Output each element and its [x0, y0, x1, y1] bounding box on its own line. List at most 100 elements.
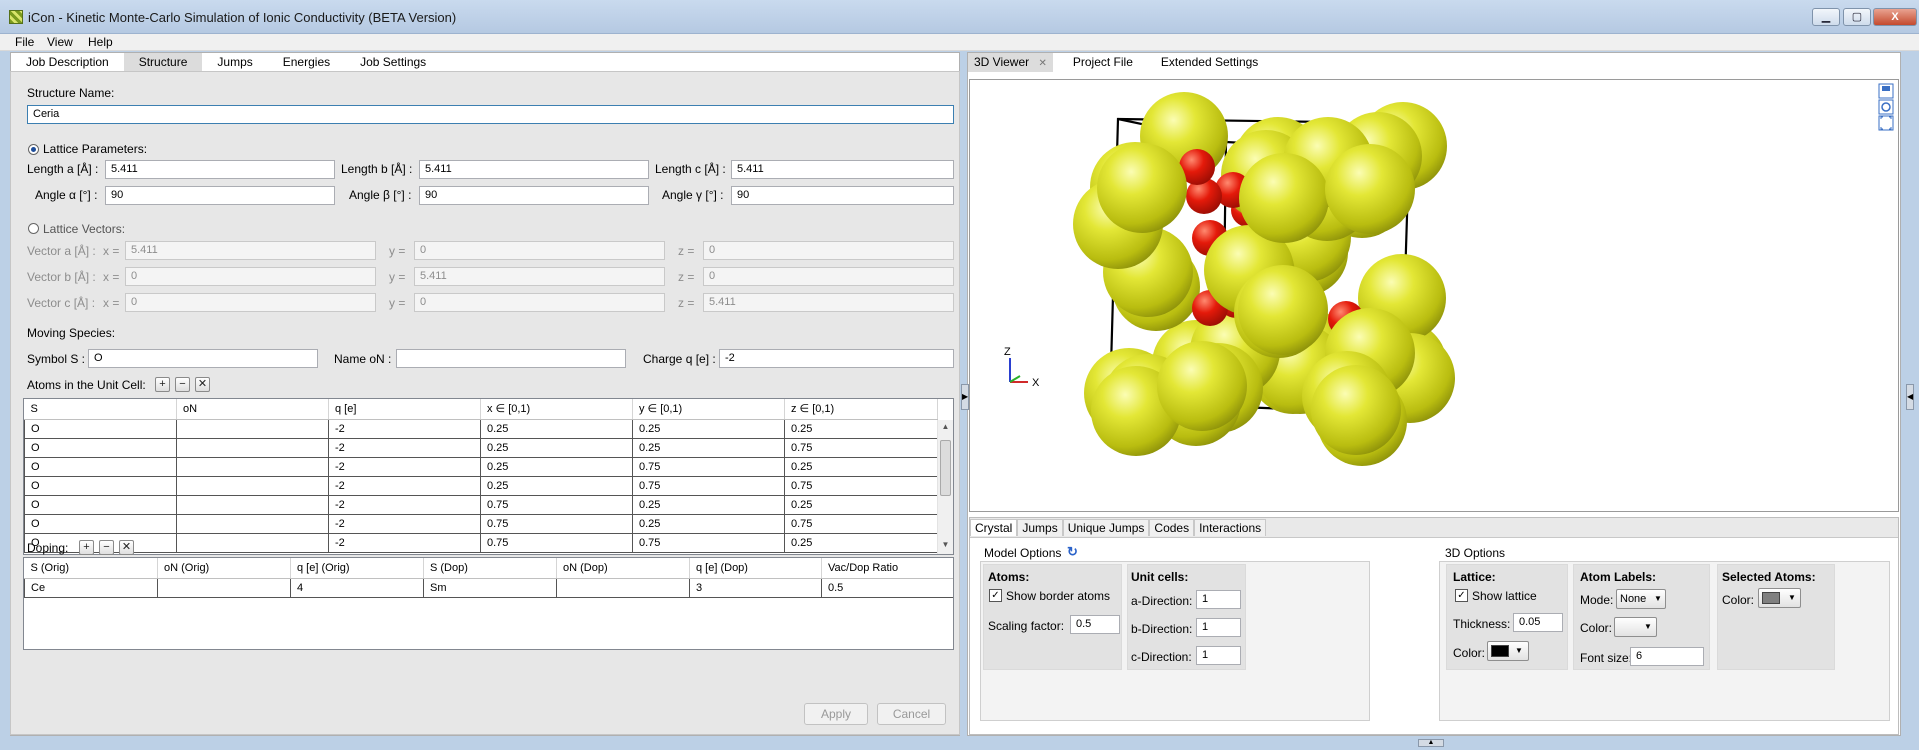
left-collapse-handle[interactable]: ▶: [961, 384, 969, 410]
menu-help[interactable]: Help: [84, 35, 117, 49]
doping-col-ratio[interactable]: Vac/Dop Ratio: [821, 558, 953, 579]
cerium-atom[interactable]: [1097, 143, 1187, 233]
apply-button[interactable]: Apply: [804, 703, 868, 725]
table-cell[interactable]: O: [24, 456, 177, 477]
table-cell[interactable]: 0.25: [632, 494, 785, 515]
atoms-col-s[interactable]: S: [24, 399, 177, 420]
table-cell[interactable]: 0.25: [480, 456, 633, 477]
table-cell[interactable]: 0.25: [784, 494, 938, 515]
maximize-button[interactable]: ▢: [1843, 8, 1871, 26]
table-row[interactable]: O -2 0.75 0.25 0.75: [24, 513, 938, 534]
table-cell[interactable]: 0.75: [480, 532, 633, 553]
table-cell[interactable]: 0.75: [784, 475, 938, 496]
table-cell[interactable]: O: [24, 494, 177, 515]
table-cell[interactable]: 0.25: [784, 418, 938, 439]
table-cell[interactable]: O: [24, 437, 177, 458]
table-cell[interactable]: -2: [328, 437, 481, 458]
table-cell[interactable]: Sm: [423, 577, 557, 598]
tab-job-settings[interactable]: Job Settings: [345, 53, 441, 72]
b-direction-input[interactable]: 1: [1196, 618, 1241, 637]
table-cell[interactable]: 0.25: [480, 437, 633, 458]
vector-c-x-input[interactable]: 0: [125, 293, 376, 312]
scroll-up-arrow-icon[interactable]: ▲: [938, 422, 953, 431]
doping-col-s-dop[interactable]: S (Dop): [423, 558, 557, 579]
doping-col-s-orig[interactable]: S (Orig): [24, 558, 158, 579]
table-cell[interactable]: O: [24, 418, 177, 439]
atoms-col-x[interactable]: x ∈ [0,1): [480, 399, 633, 420]
vector-b-z-input[interactable]: 0: [703, 267, 954, 286]
table-cell[interactable]: 0.75: [632, 532, 785, 553]
table-cell[interactable]: -2: [328, 494, 481, 515]
table-cell[interactable]: 0.75: [784, 437, 938, 458]
length-c-input[interactable]: 5.411: [731, 160, 954, 179]
atoms-col-y[interactable]: y ∈ [0,1): [632, 399, 785, 420]
a-direction-input[interactable]: 1: [1196, 590, 1241, 609]
table-cell[interactable]: 0.25: [784, 456, 938, 477]
table-cell[interactable]: O: [24, 513, 177, 534]
font-size-input[interactable]: 6: [1630, 647, 1704, 666]
doping-col-q-dop[interactable]: q [e] (Dop): [689, 558, 822, 579]
show-lattice-checkbox[interactable]: ✓: [1455, 589, 1468, 602]
table-row[interactable]: O -2 0.25 0.75 0.75: [24, 475, 938, 496]
minimize-button[interactable]: ▁: [1812, 8, 1840, 26]
table-cell[interactable]: -2: [328, 532, 481, 553]
table-row[interactable]: O -2 0.25 0.25 0.75: [24, 437, 938, 458]
tab-structure[interactable]: Structure: [123, 53, 203, 72]
atoms-col-z[interactable]: z ∈ [0,1): [784, 399, 938, 420]
table-cell[interactable]: [176, 456, 329, 477]
angle-gamma-input[interactable]: 90: [731, 186, 954, 205]
vector-a-x-input[interactable]: 5.411: [125, 241, 376, 260]
table-cell[interactable]: -2: [328, 513, 481, 534]
cerium-atom[interactable]: [1238, 265, 1328, 355]
atoms-table-scrollbar[interactable]: ▲ ▼: [937, 420, 953, 554]
tab-unique-jumps[interactable]: Unique Jumps: [1062, 519, 1150, 536]
tab-project-file[interactable]: Project File: [1053, 53, 1153, 72]
lattice-vectors-radio[interactable]: [28, 223, 39, 234]
table-cell[interactable]: -2: [328, 418, 481, 439]
selected-color-dropdown[interactable]: ▼: [1758, 588, 1801, 608]
table-cell[interactable]: 0.75: [632, 456, 785, 477]
tab-extended-settings[interactable]: Extended Settings: [1153, 53, 1266, 72]
table-cell[interactable]: 0.25: [784, 532, 938, 553]
scroll-down-arrow-icon[interactable]: ▼: [938, 540, 953, 549]
table-cell[interactable]: -2: [328, 475, 481, 496]
cerium-atom[interactable]: [1239, 153, 1329, 243]
tab-jumps-3d[interactable]: Jumps: [1017, 519, 1063, 536]
table-row[interactable]: Ce 4 Sm 3 0.5: [24, 577, 953, 598]
close-button[interactable]: X: [1873, 8, 1917, 26]
tab-3d-viewer[interactable]: 3D Viewer ✕: [968, 53, 1053, 72]
close-tab-icon[interactable]: ✕: [1038, 58, 1046, 69]
table-cell[interactable]: 0.75: [784, 513, 938, 534]
table-cell[interactable]: 0.25: [632, 437, 785, 458]
table-cell[interactable]: 0.25: [480, 418, 633, 439]
menu-file[interactable]: File: [11, 35, 38, 49]
atoms-col-q[interactable]: q [e]: [328, 399, 481, 420]
thickness-input[interactable]: 0.05: [1513, 613, 1563, 632]
vector-b-y-input[interactable]: 5.411: [414, 267, 665, 286]
lattice-parameters-radio[interactable]: [28, 144, 39, 155]
doping-col-q-orig[interactable]: q [e] (Orig): [290, 558, 424, 579]
table-cell[interactable]: 0.25: [632, 513, 785, 534]
table-cell[interactable]: [176, 494, 329, 515]
tab-jumps[interactable]: Jumps: [202, 53, 267, 72]
table-cell[interactable]: -2: [328, 456, 481, 477]
cerium-atom[interactable]: [1325, 144, 1415, 234]
cancel-button[interactable]: Cancel: [877, 703, 946, 725]
3d-viewer[interactable]: Z X: [969, 79, 1899, 512]
length-a-input[interactable]: 5.411: [105, 160, 335, 179]
table-cell[interactable]: [176, 437, 329, 458]
table-cell[interactable]: Ce: [24, 577, 158, 598]
lattice-color-dropdown[interactable]: ▼: [1487, 641, 1529, 661]
symbol-input[interactable]: O: [88, 349, 318, 368]
vector-c-y-input[interactable]: 0: [414, 293, 665, 312]
scaling-factor-input[interactable]: 0.5: [1070, 615, 1120, 634]
menu-view[interactable]: View: [43, 35, 77, 49]
vector-a-z-input[interactable]: 0: [703, 241, 954, 260]
remove-atom-button[interactable]: −: [175, 377, 190, 392]
structure-name-input[interactable]: Ceria: [27, 105, 954, 124]
tab-crystal[interactable]: Crystal: [970, 519, 1018, 536]
add-doping-button[interactable]: +: [79, 540, 94, 555]
refresh-icon[interactable]: ↻: [1067, 544, 1078, 560]
bottom-collapse-handle[interactable]: ▲: [1418, 739, 1444, 747]
reset-view-icon[interactable]: [1878, 99, 1894, 115]
